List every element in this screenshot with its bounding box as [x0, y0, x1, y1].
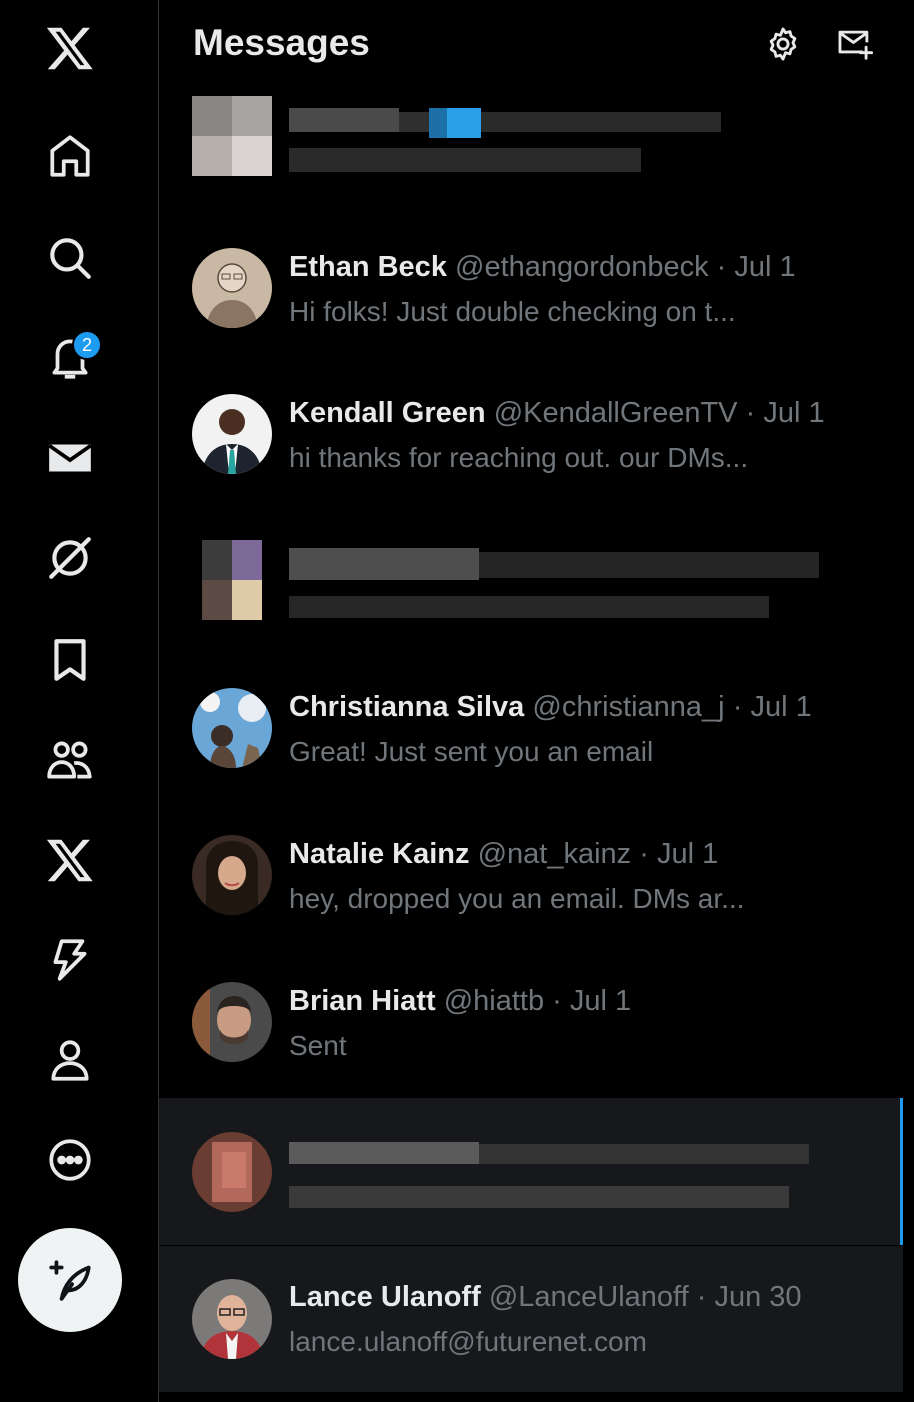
verified-orgs-icon[interactable]	[40, 930, 100, 990]
conversation-row[interactable]: Brian Hiatt @hiattb · Jul 1 Sent	[159, 930, 903, 1076]
notifications-nav[interactable]: 2	[40, 328, 102, 388]
app-root: 2 Messages Ethan Beck @ethangordonbeck ·…	[0, 0, 914, 1402]
contact-handle: @nat_kainz	[477, 838, 632, 870]
avatar	[192, 394, 272, 474]
contact-handle: @ethangordonbeck	[455, 251, 709, 283]
separator-dot: ·	[716, 251, 727, 283]
conversation-row[interactable]: Natalie Kainz @nat_kainz · Jul 1 hey, dr…	[159, 783, 903, 929]
communities-icon[interactable]	[40, 730, 100, 790]
conversation-row-redacted[interactable]	[159, 488, 903, 634]
message-date: Jul 1	[656, 838, 719, 870]
conversation-row-selected-redacted[interactable]	[159, 1098, 903, 1245]
conversation-row[interactable]: Christianna Silva @christianna_j · Jul 1…	[159, 636, 903, 782]
settings-icon	[769, 27, 797, 61]
contact-name: Lance Ulanoff	[289, 1281, 481, 1313]
separator-dot: ·	[745, 397, 756, 429]
bookmark-icon[interactable]	[40, 630, 100, 690]
contact-name: Natalie Kainz	[289, 838, 470, 870]
avatar	[192, 688, 272, 768]
compose-post-icon	[49, 1260, 91, 1301]
message-preview: lance.ulanoff@futurenet.com	[289, 1326, 647, 1357]
settings-button[interactable]	[761, 22, 805, 66]
premium-x-icon[interactable]	[40, 830, 100, 890]
avatar	[192, 982, 272, 1062]
mail-icon[interactable]	[40, 428, 100, 488]
new-message-icon	[838, 30, 874, 60]
conversation-row[interactable]: Lance Ulanoff @LanceUlanoff · Jun 30 lan…	[159, 1246, 903, 1392]
message-preview: Sent	[289, 1030, 347, 1061]
page-title: Messages	[193, 22, 370, 63]
new-message-button[interactable]	[833, 22, 877, 66]
contact-name: Ethan Beck	[289, 251, 447, 283]
contact-name: Christianna Silva	[289, 691, 525, 723]
grok-icon[interactable]	[40, 528, 100, 588]
conversation-row[interactable]: Ethan Beck @ethangordonbeck · Jul 1 Hi f…	[159, 196, 903, 342]
contact-name: Brian Hiatt	[289, 985, 436, 1017]
compose-post-button[interactable]	[18, 1228, 122, 1332]
x-logo-icon[interactable]	[40, 18, 100, 78]
profile-icon[interactable]	[40, 1030, 100, 1090]
conversation-row[interactable]: Kendall Green @KendallGreenTV · Jul 1 hi…	[159, 342, 903, 488]
separator-dot: ·	[696, 1281, 707, 1313]
contact-handle: @KendallGreenTV	[493, 397, 738, 429]
message-date: Jun 30	[714, 1281, 802, 1313]
contact-name: Kendall Green	[289, 397, 486, 429]
message-preview: hey, dropped you an email. DMs ar...	[289, 883, 745, 914]
separator-dot: ·	[552, 985, 562, 1017]
separator-dot: ·	[639, 838, 649, 870]
messages-panel: Messages Ethan Beck @ethangordonbeck · J…	[159, 0, 903, 1402]
avatar	[192, 248, 272, 328]
contact-handle: @LanceUlanoff	[488, 1281, 689, 1313]
home-icon[interactable]	[40, 126, 100, 186]
search-icon[interactable]	[40, 228, 100, 288]
more-icon[interactable]	[40, 1130, 100, 1190]
message-preview: hi thanks for reaching out. our DMs...	[289, 442, 749, 473]
separator-dot: ·	[732, 691, 743, 723]
message-date: Jul 1	[750, 691, 812, 723]
left-nav-rail: 2	[0, 0, 159, 1402]
contact-handle: @hiattb	[443, 985, 545, 1017]
contact-handle: @christianna_j	[532, 691, 725, 723]
conversation-row-redacted[interactable]	[159, 64, 903, 196]
avatar	[192, 835, 272, 915]
message-date: Jul 1	[569, 985, 632, 1017]
message-preview: Great! Just sent you an email	[289, 736, 654, 767]
notification-count-badge: 2	[72, 330, 102, 360]
message-date: Jul 1	[734, 251, 796, 283]
message-preview: Hi folks! Just double checking on t...	[289, 296, 736, 327]
message-date: Jul 1	[763, 397, 825, 429]
avatar	[192, 1279, 272, 1359]
